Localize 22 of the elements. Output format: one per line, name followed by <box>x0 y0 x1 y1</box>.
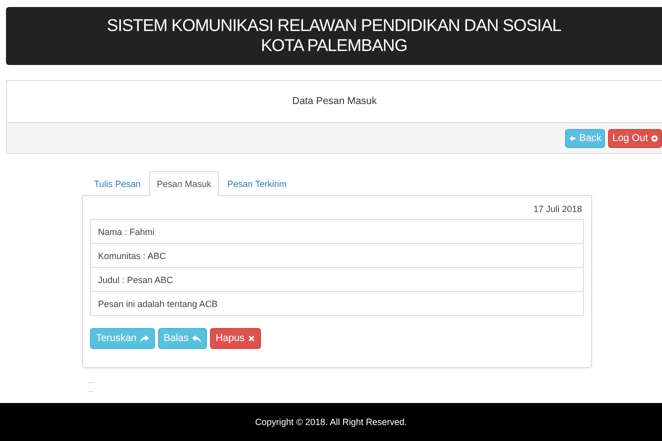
message-field: Judul : Pesan ABC <box>90 267 584 292</box>
tab[interactable]: Pesan Masuk <box>148 171 220 196</box>
tab[interactable]: Pesan Terkirim <box>219 171 295 196</box>
reply-icon <box>192 334 201 342</box>
tab[interactable]: Tulis Pesan <box>86 171 149 196</box>
message-date: 17 Juli 2018 <box>532 203 583 216</box>
forward-button[interactable]: Teruskan <box>90 328 155 349</box>
message-field: Pesan ini adalah tentang ACB <box>90 291 584 316</box>
site-title: SISTEM KOMUNIKASI RELAWAN PENDIDIKAN DAN SOSIAL <box>106 16 562 36</box>
page-title: Data Pesan Masuk <box>292 96 377 107</box>
logout-button[interactable]: Log Out <box>608 128 662 148</box>
message-field: Komunitas : ABC <box>90 243 584 268</box>
site-title: KOTA PALEMBANG <box>260 36 408 56</box>
back-button[interactable]: Back <box>565 128 606 148</box>
message-field: Nama : Fahmi <box>90 219 584 244</box>
copyright-text: Copyright © 2018. All Right Reserved. <box>255 417 407 427</box>
arrow-left-icon <box>569 134 576 142</box>
delete-button[interactable]: Hapus <box>210 328 260 349</box>
close-icon <box>248 335 254 342</box>
logout-icon <box>651 134 658 142</box>
reply-button[interactable]: Balas <box>158 328 207 349</box>
share-icon <box>140 334 149 342</box>
